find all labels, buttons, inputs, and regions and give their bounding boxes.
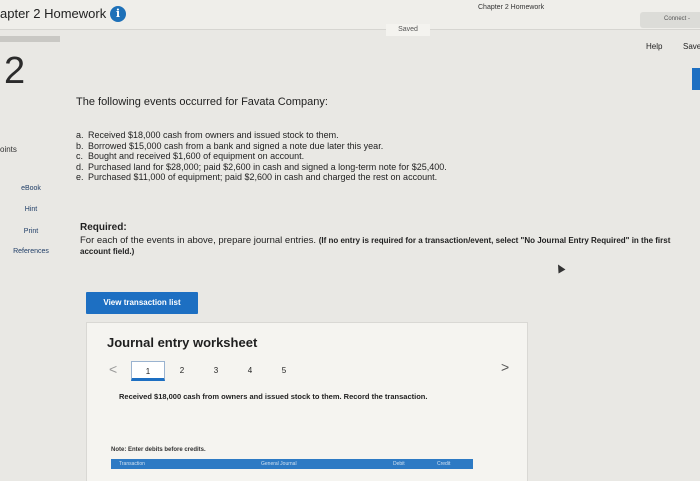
journal-table-header: Transaction General Journal Debit Credit <box>111 459 473 469</box>
connect-button[interactable]: Connect - <box>640 12 700 28</box>
points-label: oints <box>0 145 17 154</box>
event-letter: a. <box>76 130 84 140</box>
required-heading: Required: <box>80 222 127 233</box>
event-text: Received $18,000 cash from owners and is… <box>88 130 339 140</box>
chevron-right-icon[interactable]: > <box>501 359 509 375</box>
worksheet-title: Journal entry worksheet <box>107 335 258 350</box>
event-text: Borrowed $15,000 cash from a bank and si… <box>88 140 384 151</box>
event-letter: d. <box>76 161 84 172</box>
info-icon[interactable]: i <box>110 6 126 22</box>
references-link[interactable]: References <box>0 248 62 255</box>
event-item: e. Purchased $11,000 of equipment; paid $… <box>76 172 596 183</box>
event-item: b. Borrowed $15,000 cash from a bank and … <box>76 141 596 152</box>
column-header: Debit <box>393 461 405 467</box>
journal-entry-worksheet: Journal entry worksheet < 1 2 3 4 5 > Re… <box>86 322 528 481</box>
chapter-tab[interactable]: Chapter 2 Homework <box>478 4 544 11</box>
required-text: For each of the events in above, prepare… <box>80 235 317 246</box>
page-tab[interactable]: 1 <box>131 361 165 381</box>
event-item: c. Bought and received $1,600 of equipmen… <box>76 151 596 162</box>
event-text: Purchased land for $28,000; paid $2,600 … <box>88 161 447 172</box>
event-text: Bought and received $1,600 of equipment … <box>88 151 305 162</box>
page-tab[interactable]: 3 <box>199 361 233 381</box>
hint-link[interactable]: Hint <box>0 206 62 213</box>
submit-button-edge[interactable] <box>692 68 700 90</box>
chevron-left-icon[interactable]: < <box>109 361 117 377</box>
event-letter: e. <box>76 172 84 183</box>
events-list: a. Received $18,000 cash from owners and … <box>76 130 596 183</box>
page-tab[interactable]: 5 <box>267 361 301 381</box>
event-letter: b. <box>76 140 84 151</box>
progress-band <box>0 36 60 42</box>
page-tab[interactable]: 4 <box>233 361 267 381</box>
worksheet-pagination: 1 2 3 4 5 <box>131 361 301 381</box>
event-text: Purchased $11,000 of equipment; paid $2,… <box>88 172 438 183</box>
column-header: General Journal <box>261 461 297 467</box>
event-item: a. Received $18,000 cash from owners and … <box>76 130 596 141</box>
question-number: 2 <box>4 50 26 92</box>
worksheet-note: Note: Enter debits before credits. <box>111 447 206 453</box>
transaction-description: Received $18,000 cash from owners and is… <box>119 392 428 401</box>
view-transaction-list-button[interactable]: View transaction list <box>86 292 198 314</box>
event-item: d. Purchased land for $28,000; paid $2,60… <box>76 162 596 173</box>
event-letter: c. <box>76 151 84 162</box>
mouse-cursor <box>554 262 566 274</box>
assignment-title: apter 2 Homework <box>0 6 107 21</box>
top-bar: apter 2 Homework i Chapter 2 Homework Co… <box>0 0 700 30</box>
saved-status: Saved <box>386 24 430 36</box>
help-button[interactable]: Help <box>646 42 662 51</box>
column-header: Credit <box>437 461 451 467</box>
ebook-link[interactable]: eBook <box>0 185 62 192</box>
print-link[interactable]: Print <box>0 228 62 235</box>
column-header: Transaction <box>119 461 145 467</box>
page-tab[interactable]: 2 <box>165 361 199 381</box>
save-button[interactable]: Save <box>683 42 700 51</box>
required-instructions: For each of the events in above, prepare… <box>80 235 690 257</box>
question-intro: The following events occurred for Favata… <box>76 96 328 108</box>
